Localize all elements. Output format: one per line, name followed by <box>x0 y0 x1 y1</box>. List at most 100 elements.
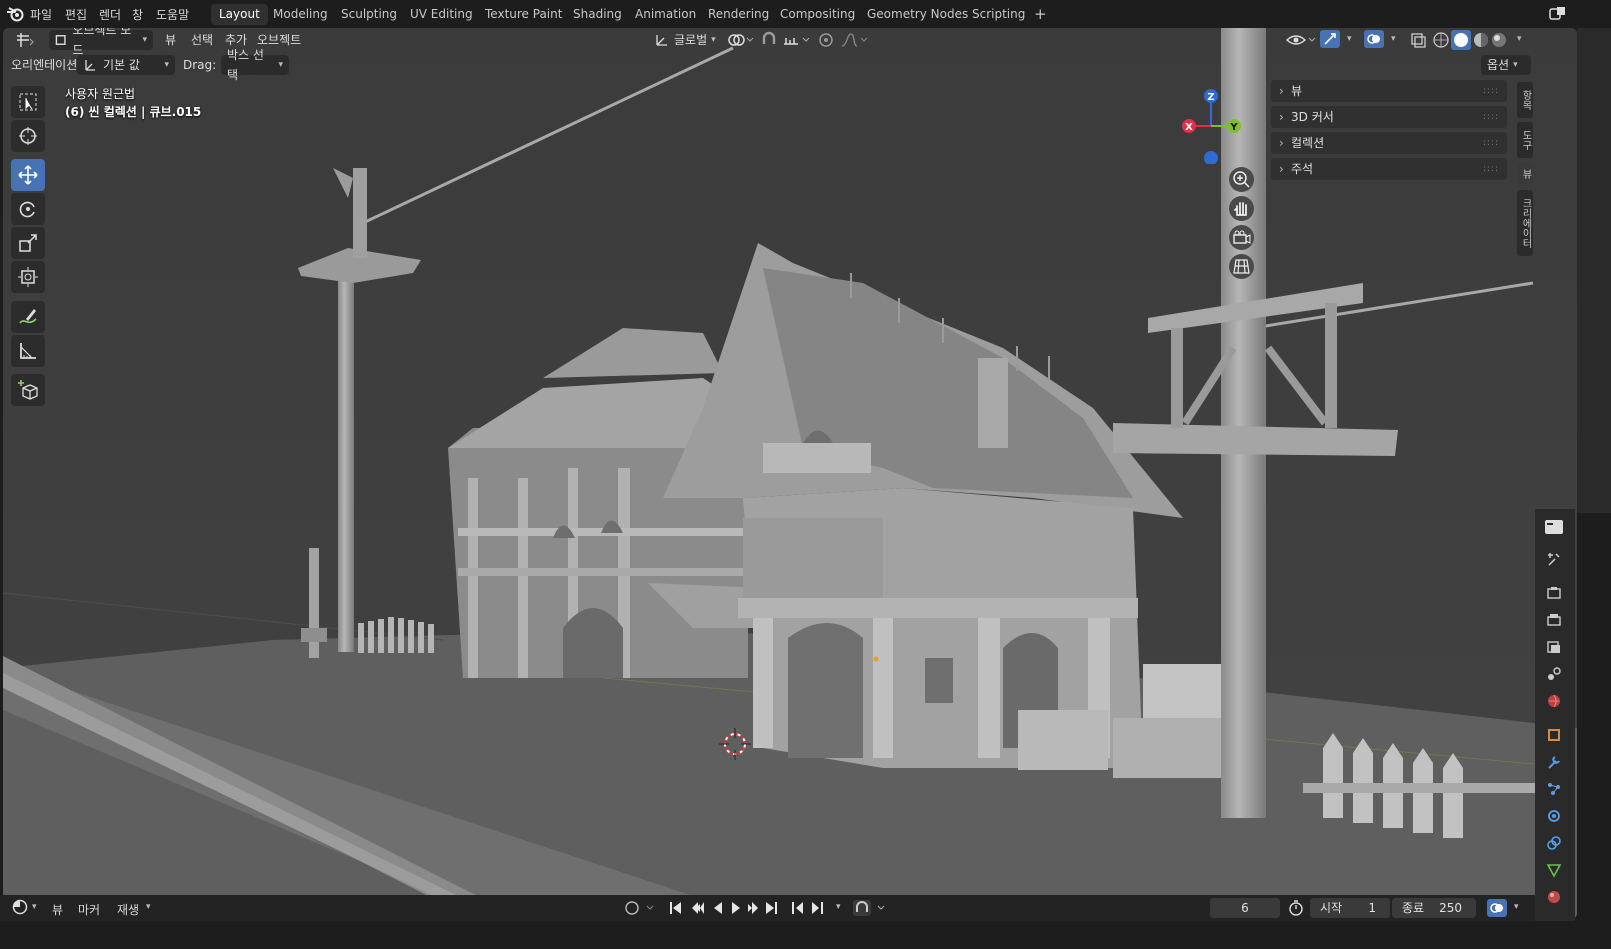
auto-keying-icon[interactable] <box>624 900 660 916</box>
navigation-gizmo[interactable]: Z X Y <box>1179 84 1249 164</box>
scene-icon[interactable] <box>1548 6 1566 22</box>
tool-annotate[interactable] <box>11 301 45 333</box>
tab-shading[interactable]: Shading <box>565 4 630 25</box>
modifier-properties-icon[interactable] <box>1546 754 1562 770</box>
overlays-icon[interactable] <box>1363 29 1385 49</box>
chevron-down-icon[interactable]: ▾ <box>1347 34 1352 44</box>
tab-layout[interactable]: Layout <box>211 4 268 25</box>
drag-grip-icon[interactable]: :::: <box>1483 106 1499 128</box>
tool-scale[interactable] <box>11 227 45 259</box>
menu-help[interactable]: 도움말 <box>156 6 189 23</box>
drag-grip-icon[interactable]: :::: <box>1483 132 1499 154</box>
current-frame-field[interactable]: 6 <box>1210 898 1280 918</box>
object-properties-icon[interactable] <box>1546 727 1562 743</box>
sidebar-tab-view[interactable]: 뷰 <box>1517 162 1533 186</box>
timeline-menu-view[interactable]: 뷰 <box>52 901 63 918</box>
tab-sculpting[interactable]: Sculpting <box>333 4 405 25</box>
timeline-menu-playback[interactable]: 재생 <box>117 901 139 918</box>
tab-animation[interactable]: Animation <box>627 4 704 25</box>
menu-select[interactable]: 선택 <box>185 30 219 50</box>
output-properties-icon[interactable] <box>1546 612 1562 628</box>
sidebar-tab-tool[interactable]: 도구 <box>1517 122 1533 158</box>
shading-mode-group[interactable] <box>1431 30 1511 50</box>
snap-timeline-icon[interactable] <box>852 899 892 917</box>
sidebar-tab-creator[interactable]: 크리에이터 <box>1517 190 1533 256</box>
editor-type-icon[interactable] <box>13 30 35 50</box>
timeline-overlays-icon[interactable] <box>1486 898 1508 918</box>
tool-rotate[interactable] <box>11 193 45 225</box>
drag-grip-icon[interactable]: :::: <box>1483 158 1499 180</box>
keyframe-jump-controls[interactable] <box>790 899 830 917</box>
chevron-down-icon[interactable]: ▾ <box>836 902 841 912</box>
menu-window[interactable]: 창 <box>132 6 143 23</box>
material-properties-icon[interactable] <box>1546 889 1562 905</box>
annotate-icon <box>19 309 37 324</box>
proportional-edit-icon[interactable] <box>815 30 837 50</box>
tool-measure[interactable] <box>11 335 45 367</box>
zoom-button[interactable] <box>1229 167 1254 192</box>
tab-geometry-nodes[interactable]: Geometry Nodes <box>859 4 976 25</box>
panel-view[interactable]: › 뷰 :::: <box>1271 80 1507 102</box>
camera-view-button[interactable] <box>1229 225 1254 250</box>
tool-cursor[interactable] <box>11 120 45 152</box>
perspective-toggle-button[interactable] <box>1229 254 1254 279</box>
stopwatch-icon[interactable] <box>1288 900 1304 916</box>
panel-collection[interactable]: › 컬렉션 :::: <box>1271 132 1507 154</box>
render-properties-icon[interactable] <box>1546 585 1562 601</box>
tool-properties-icon[interactable] <box>1546 551 1562 567</box>
menu-edit[interactable]: 편집 <box>65 6 87 23</box>
drag-dropdown[interactable]: 박스 선택 ▾ <box>221 48 289 82</box>
particle-properties-icon[interactable] <box>1546 781 1562 797</box>
constraint-properties-icon[interactable] <box>1546 835 1562 851</box>
3d-viewport[interactable]: 오브젝트 모드 ▾ 뷰 선택 추가 오브젝트 글로벌 ▾ ▾ ▾ ▾ 오리엔테이… <box>3 28 1577 919</box>
xray-icon[interactable] <box>1407 30 1429 50</box>
timeline-menu-marker[interactable]: 마커 <box>78 901 100 918</box>
sidebar-tab-item[interactable]: 항목 <box>1517 82 1533 118</box>
tool-move[interactable] <box>11 159 45 191</box>
chevron-down-icon[interactable]: ▾ <box>146 902 151 912</box>
snap-icon[interactable] <box>759 30 781 50</box>
panel-3d-cursor[interactable]: › 3D 커서 :::: <box>1271 106 1507 128</box>
tab-scripting[interactable]: Scripting <box>964 4 1033 25</box>
transform-orientation-dropdown[interactable]: 글로벌 ▾ <box>649 30 722 50</box>
chevron-down-icon[interactable]: ▾ <box>1517 34 1522 44</box>
timeline-editor-type[interactable]: ▾ <box>12 899 37 915</box>
gizmo-toggle-icon[interactable] <box>1319 29 1341 49</box>
panel-annotation[interactable]: › 주석 :::: <box>1271 158 1507 180</box>
end-frame-field[interactable]: 종료 250 <box>1392 898 1476 918</box>
data-properties-icon[interactable] <box>1546 862 1562 878</box>
pan-button[interactable] <box>1229 196 1254 221</box>
scale-icon <box>19 234 37 252</box>
physics-properties-icon[interactable] <box>1546 808 1562 824</box>
playback-controls[interactable] <box>668 899 788 917</box>
start-frame-field[interactable]: 시작 1 <box>1310 898 1390 918</box>
tab-rendering[interactable]: Rendering <box>700 4 777 25</box>
chevron-down-icon[interactable]: ▾ <box>1514 902 1519 912</box>
tool-transform[interactable] <box>11 261 45 293</box>
gizmo-neg-z-axis[interactable] <box>1204 151 1218 164</box>
tab-uv-editing[interactable]: UV Editing <box>402 4 481 25</box>
menu-render[interactable]: 렌더 <box>99 6 121 23</box>
menu-view[interactable]: 뷰 <box>159 30 182 50</box>
falloff-icon[interactable] <box>839 30 869 50</box>
tab-texture-paint[interactable]: Texture Paint <box>477 4 570 25</box>
blender-logo-icon[interactable] <box>6 6 24 22</box>
menu-file[interactable]: 파일 <box>30 6 52 23</box>
chevron-down-icon[interactable]: ▾ <box>1391 34 1396 44</box>
drag-grip-icon[interactable]: :::: <box>1483 80 1499 102</box>
snap-target-icon[interactable] <box>781 30 811 50</box>
tab-compositing[interactable]: Compositing <box>772 4 863 25</box>
tab-modeling[interactable]: Modeling <box>265 4 336 25</box>
tool-select-box[interactable] <box>11 86 45 118</box>
mode-dropdown[interactable]: 오브젝트 모드 ▾ <box>49 28 153 57</box>
world-properties-icon[interactable] <box>1546 693 1562 709</box>
editor-type-icon[interactable] <box>1543 517 1565 537</box>
tool-add-cube[interactable] <box>11 374 45 406</box>
scene-properties-icon[interactable] <box>1546 666 1562 682</box>
options-dropdown[interactable]: 옵션 ▾ <box>1481 55 1531 75</box>
pivot-point-icon[interactable] <box>725 30 755 50</box>
visibility-eye-icon[interactable] <box>1285 30 1317 50</box>
view-layer-properties-icon[interactable] <box>1546 639 1562 655</box>
add-workspace-button[interactable]: + <box>1026 4 1055 25</box>
orientation-dropdown[interactable]: 기본 값 ▾ <box>77 55 175 75</box>
